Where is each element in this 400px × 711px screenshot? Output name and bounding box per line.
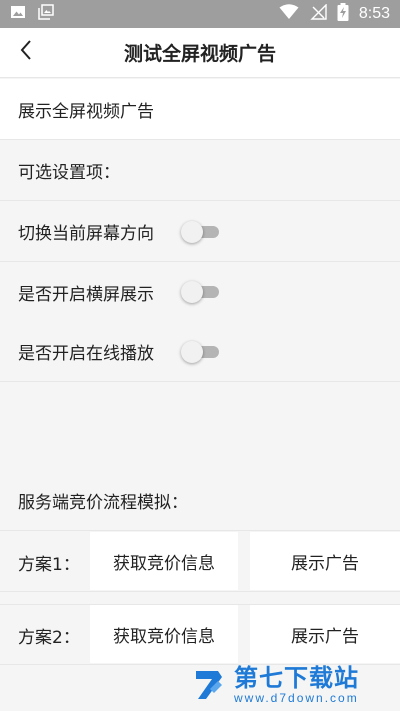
watermark-url: www.d7down.com xyxy=(234,691,359,705)
image-icon xyxy=(10,4,26,24)
bidding-header: 服务端竞价流程模拟： xyxy=(0,470,400,530)
divider xyxy=(0,591,400,592)
toggle-thumb xyxy=(181,281,203,303)
show-fullscreen-video-ad-item[interactable]: 展示全屏视频广告 xyxy=(0,79,400,139)
status-time: 8:53 xyxy=(358,5,390,22)
bidding-header-label: 服务端竞价流程模拟： xyxy=(18,492,188,513)
show-ad-button-2[interactable]: 展示广告 xyxy=(250,605,400,663)
watermark: 第七下载站 www.d7down.com xyxy=(192,663,392,707)
options-header-label: 可选设置项： xyxy=(18,162,120,183)
toggle-switch-landscape[interactable] xyxy=(181,281,219,303)
status-bar: 8:53 xyxy=(0,0,400,28)
toggle-thumb xyxy=(181,341,203,363)
wifi-icon xyxy=(279,4,299,24)
scheme-label: 方案2： xyxy=(18,628,80,648)
option-label: 切换当前屏幕方向 xyxy=(18,223,154,244)
no-signal-icon xyxy=(309,3,327,24)
divider xyxy=(0,381,400,382)
toggle-thumb xyxy=(181,221,203,243)
option-label: 是否开启横屏展示 xyxy=(18,284,154,305)
scheme-label: 方案1： xyxy=(18,555,80,575)
back-button[interactable] xyxy=(10,36,42,68)
page-title: 测试全屏视频广告 xyxy=(123,43,276,65)
battery-charging-icon xyxy=(337,3,349,25)
divider xyxy=(0,530,400,531)
fetch-bid-info-button-2[interactable]: 获取竞价信息 xyxy=(90,605,238,663)
app-bar: 测试全屏视频广告 xyxy=(0,28,400,78)
option-label: 是否开启在线播放 xyxy=(18,343,154,364)
chevron-left-icon xyxy=(19,39,33,65)
fetch-bid-info-button-1[interactable]: 获取竞价信息 xyxy=(90,532,238,590)
show-ad-label: 展示全屏视频广告 xyxy=(18,101,154,122)
toggle-switch-online-play[interactable] xyxy=(181,341,219,363)
d7down-logo-icon xyxy=(192,667,228,703)
watermark-title: 第七下载站 xyxy=(234,664,359,692)
show-ad-button-1[interactable]: 展示广告 xyxy=(250,532,400,590)
options-header: 可选设置项： xyxy=(0,140,400,200)
photo-gallery-icon xyxy=(38,4,54,24)
toggle-switch-orientation[interactable] xyxy=(181,221,219,243)
